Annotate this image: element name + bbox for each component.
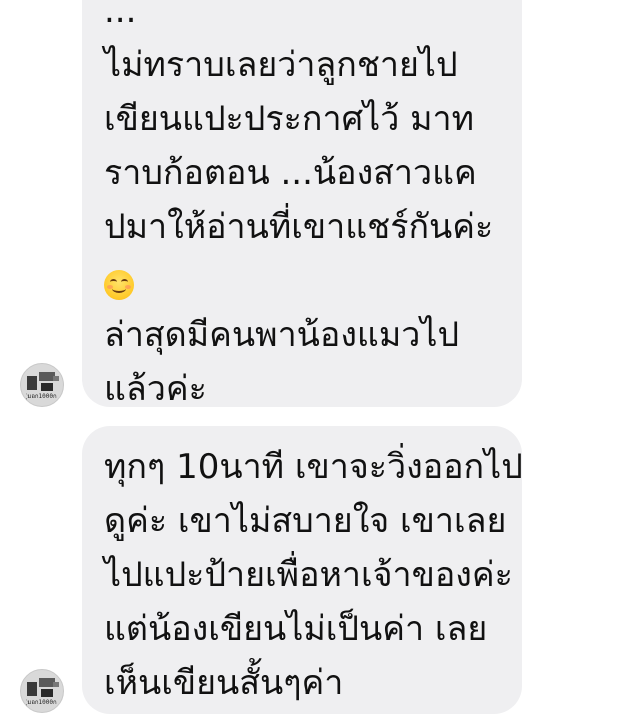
message-line: เขียนแปะประกาศไว้ มาท <box>104 99 475 139</box>
message-line: ล่าสุดมีคนพาน้องแมวไป <box>104 315 460 355</box>
message-line <box>104 254 493 308</box>
message-line: ราบก้อตอน ...น้องสาวแค <box>104 153 477 193</box>
message-line: ปมาให้อ่านที่เขาแชร์กันค่ะ <box>104 207 494 247</box>
message-line: ไปแปะป้ายเพื่อหาเจ้าของค่ะ <box>104 555 513 595</box>
message-line: ดูค่ะ เขาไม่สบายใจ เขาเลย <box>104 501 507 541</box>
message-text: ... ไม่ทราบเลยว่าลูกชายไป เขียนแปะประกาศ… <box>104 0 493 416</box>
message-line: ... <box>104 0 137 31</box>
message-bubble[interactable]: ทุกๆ 10นาที เขาจะวิ่งออกไป ดูค่ะ เขาไม่ส… <box>82 426 523 714</box>
chat-thread: ... ไม่ทราบเลยว่าลูกชายไป เขียนแปะประกาศ… <box>0 0 640 727</box>
message-line: ทุกๆ 10นาที เขาจะวิ่งออกไป <box>104 447 523 487</box>
smiling-face-emoji-icon <box>104 269 134 300</box>
avatar-caption: ุ่มอก1000ก <box>27 699 57 706</box>
message-line: แล้วค่ะ <box>104 369 207 409</box>
avatar-caption: ุ่มอก1000ก <box>27 393 57 400</box>
message-line: แต่น้องเขียนไม่เป็นค่า เลย <box>104 609 488 649</box>
message-line: ไม่ทราบเลยว่าลูกชายไป <box>104 45 458 85</box>
message-line: เห็นเขียนสั้นๆค่า <box>104 663 344 703</box>
sender-avatar[interactable]: ุ่มอก1000ก <box>20 363 64 407</box>
message-text: ทุกๆ 10นาที เขาจะวิ่งออกไป ดูค่ะ เขาไม่ส… <box>104 440 523 710</box>
sender-avatar[interactable]: ุ่มอก1000ก <box>20 669 64 713</box>
message-bubble[interactable]: ... ไม่ทราบเลยว่าลูกชายไป เขียนแปะประกาศ… <box>82 0 522 409</box>
